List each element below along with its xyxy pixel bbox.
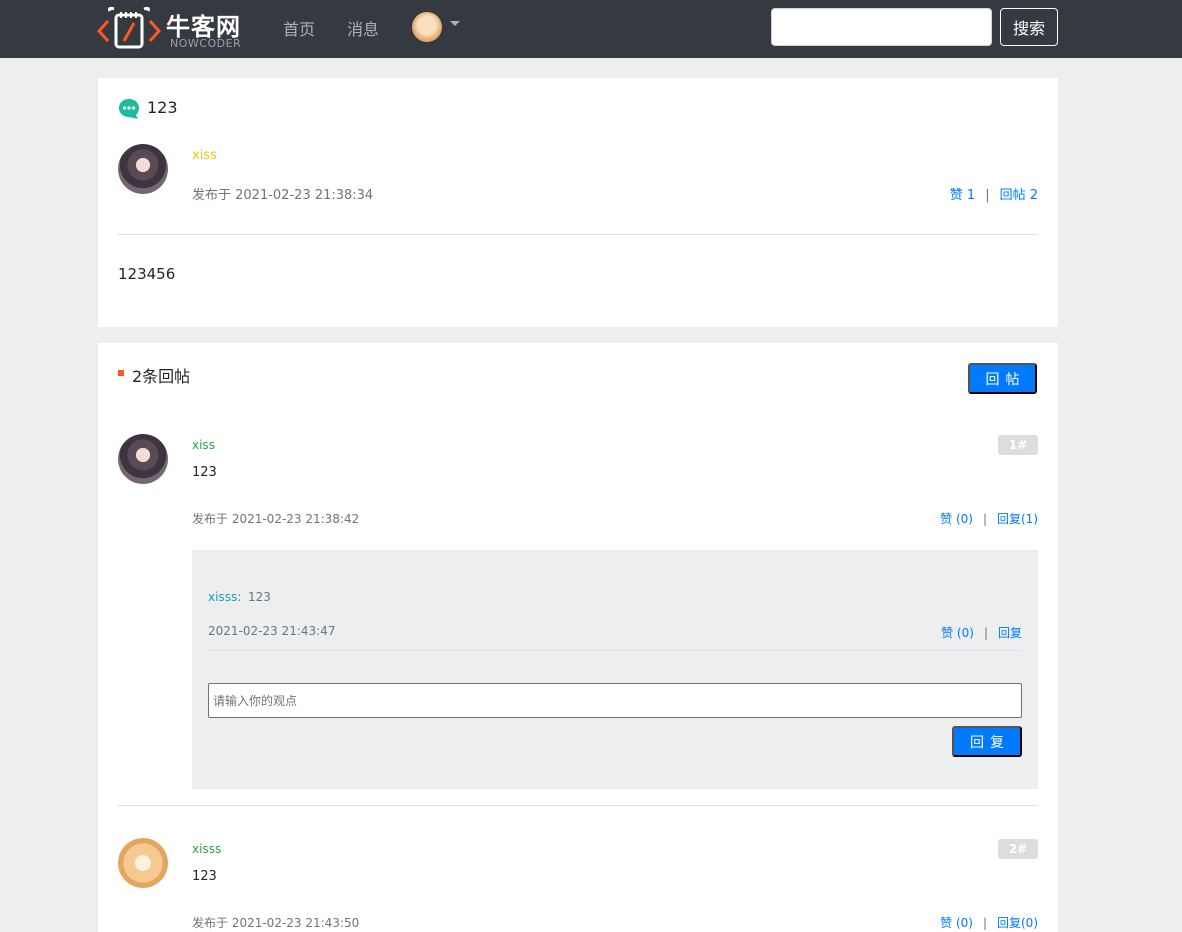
sub-reply-colon: :	[237, 590, 242, 604]
reply-link[interactable]: 回复	[998, 626, 1022, 640]
reply-count-link[interactable]: 回帖 2	[1000, 188, 1038, 203]
separator: |	[983, 626, 988, 640]
floor-badge: 1#	[998, 435, 1038, 455]
post-title: 123	[147, 98, 178, 117]
separator: |	[982, 916, 987, 930]
reply-content: 123	[192, 465, 217, 480]
site-logo[interactable]: 牛客网 NOWCODER	[96, 5, 256, 51]
avatar[interactable]	[118, 434, 168, 484]
sub-reply-actions: 赞 (0) | 回复	[941, 624, 1022, 641]
reply-time: 发布于 2021-02-23 21:38:42	[192, 512, 360, 526]
caret-down-icon[interactable]	[450, 21, 460, 26]
nav-messages-link[interactable]: 消息	[347, 16, 379, 40]
reply-content: 123	[192, 869, 217, 884]
separator: |	[982, 512, 987, 526]
sub-reply-author[interactable]: xisss:	[208, 590, 241, 604]
sub-reply-author-name[interactable]: xisss	[208, 590, 237, 604]
post-card: 123 xiss 发布于 2021-02-23 21:38:34 赞 1 | 回帖 …	[98, 78, 1058, 327]
post-content: 123456	[118, 265, 176, 283]
search-button[interactable]: 搜索	[1000, 8, 1058, 46]
reply-link[interactable]: 回复(1)	[997, 512, 1038, 526]
like-link[interactable]: 赞 (0)	[941, 626, 974, 640]
reply-author-link[interactable]: xiss	[192, 438, 215, 452]
sub-reply-time: 2021-02-23 21:43:47	[208, 624, 336, 638]
post-author-link[interactable]: xiss	[192, 148, 217, 163]
avatar[interactable]	[118, 838, 168, 888]
floor-badge: 2#	[998, 839, 1038, 859]
reply-post-button[interactable]: 回帖	[968, 363, 1037, 394]
logo-subtext: NOWCODER	[170, 37, 242, 50]
chat-bubble-icon	[119, 99, 139, 119]
reply-submit-button[interactable]: 回复	[952, 726, 1022, 757]
reply-author-link[interactable]: xisss	[192, 842, 221, 856]
like-link[interactable]: 赞 (0)	[940, 916, 973, 930]
post-actions: 赞 1 | 回帖 2	[950, 184, 1038, 203]
nowcoder-logo-icon	[96, 6, 162, 49]
post-time: 发布于 2021-02-23 21:38:34	[192, 188, 374, 203]
search-input[interactable]	[771, 8, 992, 46]
separator: |	[985, 188, 990, 203]
reply-time: 发布于 2021-02-23 21:43:50	[192, 916, 360, 930]
replies-card: 2条回帖 回帖 xiss 1# 123 发布于 2021-02-23 21:38…	[98, 343, 1058, 932]
reply-actions: 赞 (0) | 回复(1)	[940, 510, 1038, 527]
user-avatar[interactable]	[412, 12, 442, 42]
section-marker	[118, 370, 124, 376]
reply-link[interactable]: 回复(0)	[997, 916, 1038, 930]
navbar: 牛客网 NOWCODER 首页 消息 搜索	[0, 0, 1182, 58]
like-link[interactable]: 赞 1	[950, 188, 975, 203]
reply-actions: 赞 (0) | 回复(0)	[940, 914, 1038, 931]
divider	[118, 234, 1038, 235]
nav-home-link[interactable]: 首页	[283, 16, 315, 40]
avatar[interactable]	[118, 144, 168, 194]
replies-count-title: 2条回帖	[132, 367, 191, 386]
divider	[118, 805, 1038, 806]
like-link[interactable]: 赞 (0)	[940, 512, 973, 526]
divider	[208, 650, 1021, 651]
sub-reply-content: 123	[248, 590, 271, 604]
reply-input[interactable]	[208, 683, 1022, 718]
sub-replies-box: xisss: 123 2021-02-23 21:43:47 赞 (0) | 回复 …	[192, 550, 1038, 789]
